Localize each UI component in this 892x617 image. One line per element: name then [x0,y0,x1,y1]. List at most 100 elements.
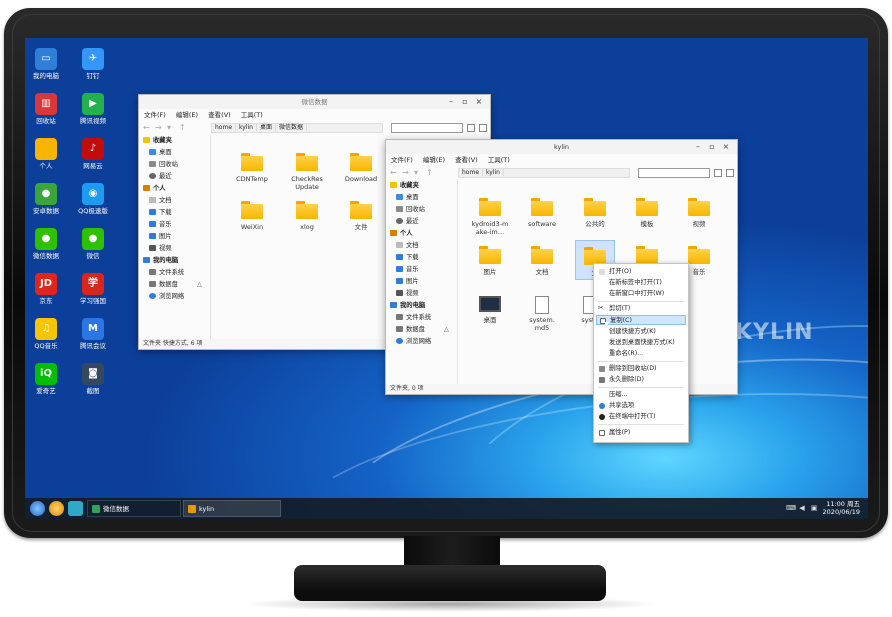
eject-icon[interactable]: △ [444,324,449,336]
back-arrow-icon[interactable]: ← [143,123,150,132]
tray-volume-icon[interactable]: ◀ [798,504,806,512]
menu-item-open-new-tab[interactable]: 在新标签中打开(T) [596,278,686,288]
desktop-shortcut[interactable]: ✈ 钉钉 [71,48,115,80]
folder-item[interactable]: 文档 [514,246,570,276]
sidebar-item-trash[interactable]: 回收站 [139,159,210,171]
desktop-shortcut[interactable]: JD 京东 [25,273,68,305]
back-arrow-icon[interactable]: ← [390,168,397,177]
menu-item-rename[interactable]: 重命名(R)... [596,349,686,359]
tray-keyboard-icon[interactable]: ⌨ [786,504,796,512]
menu-item-open[interactable]: 打开(O) [596,267,686,277]
minimize-button[interactable]: – [693,142,703,152]
menu-item-open-new-window[interactable]: 在新窗口中打开(W) [596,289,686,299]
folder-item[interactable]: 文件 [333,201,389,231]
sidebar-item-documents[interactable]: 文档 [386,240,457,252]
taskbar-item-kylin[interactable]: kylin [183,500,281,517]
desktop-shortcut[interactable]: ◉ QQ极速版 [71,183,115,215]
sidebar-item-videos[interactable]: 视频 [139,243,210,255]
tray-network-icon[interactable]: ▣ [810,504,818,512]
desktop-shortcut[interactable]: ♪ 网易云 [71,138,115,170]
desktop-shortcut[interactable]: iQ 爱奇艺 [25,363,68,395]
folder-item[interactable]: xlog [279,201,335,231]
desktop-shortcut[interactable]: ● 安卓数据 [25,183,68,215]
folder-item[interactable]: 模板 [619,198,675,228]
sidebar-section-personal[interactable]: 个人 [386,228,457,240]
sidebar-item-datadisk[interactable]: 数据盘 △ [386,324,457,336]
menu-item-share-options[interactable]: 共享选项 [596,401,686,411]
sidebar-item-recent[interactable]: 最近 [139,171,210,183]
sidebar-item-recent[interactable]: 最近 [386,216,457,228]
menu-view[interactable]: 查看(V) [455,156,478,164]
menu-item-create-shortcut[interactable]: 创建快捷方式(K) [596,327,686,337]
sidebar-item-desktop[interactable]: 桌面 [139,147,210,159]
desktop-shortcut[interactable]: ◙ 截图 [71,363,115,395]
menu-edit[interactable]: 编辑(E) [423,156,445,164]
menu-item-copy[interactable]: 复制(C) [596,315,686,325]
maximize-button[interactable]: ▫ [707,142,717,152]
menu-item-move-to-trash[interactable]: 删除到回收站(D) [596,364,686,374]
sidebar-item-filesystem[interactable]: 文件系统 [386,312,457,324]
desktop-shortcut[interactable]: ▶ 腾讯视频 [71,93,115,125]
sidebar-item-downloads[interactable]: 下载 [386,252,457,264]
taskbar-item-wechat-data[interactable]: 微信数据 [87,500,181,517]
search-input[interactable] [391,123,463,133]
window-titlebar[interactable]: 微信数据 – ▫ × [139,95,490,109]
desktop-shortcut[interactable]: ▥ 回收站 [25,93,68,125]
sidebar-item-filesystem[interactable]: 文件系统 [139,267,210,279]
crumb-kylin[interactable]: kylin [236,124,257,131]
folder-item[interactable]: CDNTemp [224,153,280,183]
shortcut-item[interactable]: 桌面 [462,296,518,324]
start-menu-icon[interactable] [30,501,45,516]
minimize-button[interactable]: – [446,97,456,107]
sidebar-section-computer[interactable]: 我的电脑 [386,300,457,312]
folder-item[interactable]: kydroid3-make-im… [462,198,518,236]
list-view-icon[interactable] [479,124,487,132]
folder-item[interactable]: 公共的 [567,198,623,228]
sidebar-section-personal[interactable]: 个人 [139,183,210,195]
folder-item[interactable]: 视频 [671,198,727,228]
desktop-shortcut[interactable]: 个人 [25,138,68,170]
up-arrow-icon[interactable]: ↑ [179,123,186,132]
folder-item[interactable]: CheckResUpdate [279,153,335,191]
menu-file[interactable]: 文件(F) [144,111,166,119]
sidebar-item-trash[interactable]: 回收站 [386,204,457,216]
desktop-shortcut[interactable]: M 腾讯会议 [71,318,115,350]
folder-item[interactable]: software [514,198,570,228]
folder-item[interactable]: Download [333,153,389,183]
sidebar-section-computer[interactable]: 我的电脑 [139,255,210,267]
up-arrow-icon[interactable]: ↑ [426,168,433,177]
desktop-shortcut[interactable]: ♫ QQ音乐 [25,318,68,350]
maximize-button[interactable]: ▫ [460,97,470,107]
icon-view-icon[interactable] [714,169,722,177]
menu-file[interactable]: 文件(F) [391,156,413,164]
sidebar-item-datadisk[interactable]: 数据盘 △ [139,279,210,291]
menu-item-open-in-terminal[interactable]: 在终端中打开(T) [596,412,686,422]
forward-arrow-icon[interactable]: → [402,168,409,177]
sidebar-item-network[interactable]: 浏览网络 [386,336,457,348]
file-manager-icon[interactable] [49,501,64,516]
sidebar-item-network[interactable]: 浏览网络 [139,291,210,303]
menu-edit[interactable]: 编辑(E) [176,111,198,119]
sidebar-item-downloads[interactable]: 下载 [139,207,210,219]
sidebar-section-favorites[interactable]: 收藏夹 [139,135,210,147]
history-icon[interactable]: ▾ [167,123,171,132]
menu-item-send-desktop-shortcut[interactable]: 发送到桌面快捷方式(K) [596,338,686,348]
desktop-shortcut[interactable]: ● 微信数据 [25,228,68,260]
sidebar-item-pictures[interactable]: 图片 [139,231,210,243]
menu-view[interactable]: 查看(V) [208,111,231,119]
sidebar-item-pictures[interactable]: 图片 [386,276,457,288]
clock[interactable]: 11:00 周五 2020/06/19 [823,500,860,516]
forward-arrow-icon[interactable]: → [155,123,162,132]
menu-item-delete-permanently[interactable]: 永久删除(D) [596,375,686,385]
window-titlebar[interactable]: kylin – ▫ × [386,140,737,154]
sidebar-item-documents[interactable]: 文档 [139,195,210,207]
sidebar-section-favorites[interactable]: 收藏夹 [386,180,457,192]
sidebar-item-desktop[interactable]: 桌面 [386,192,457,204]
desktop-toggle-icon[interactable] [68,501,83,516]
sidebar-item-music[interactable]: 音乐 [386,264,457,276]
menu-item-compress[interactable]: 压缩... [596,390,686,400]
list-view-icon[interactable] [726,169,734,177]
crumb-home[interactable]: home [212,124,237,131]
menu-item-cut[interactable]: ✂ 剪切(T) [596,304,686,314]
menu-item-properties[interactable]: 属性(P) [596,428,686,438]
